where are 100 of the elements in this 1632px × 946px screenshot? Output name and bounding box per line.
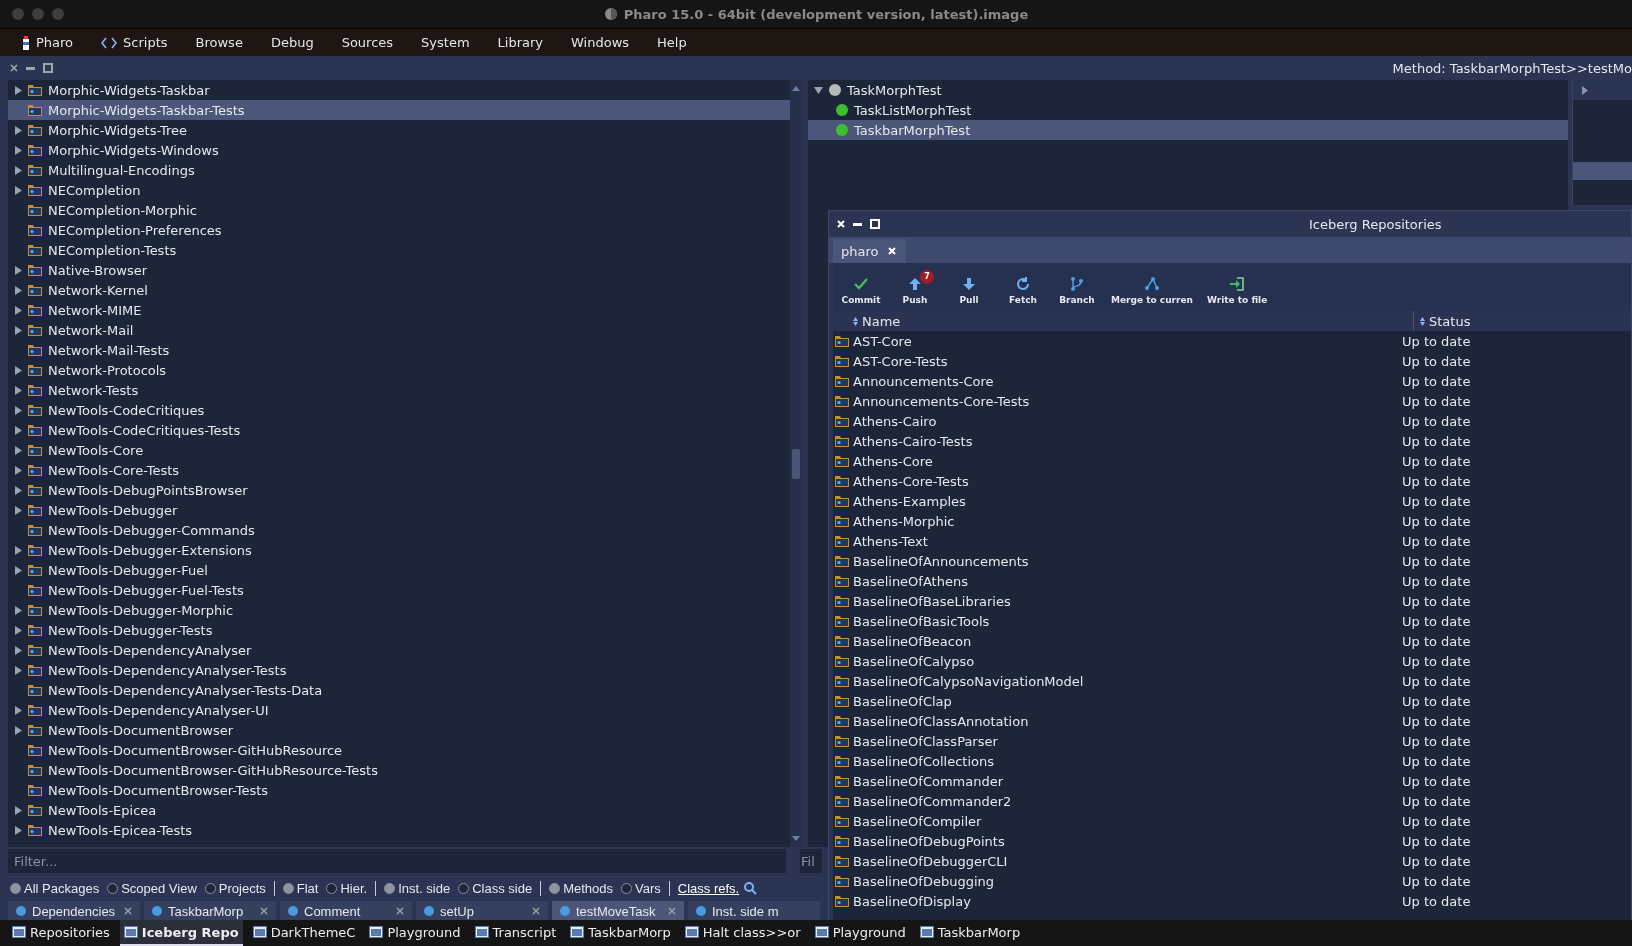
taskbar-item[interactable]: TaskbarMorp [915,920,1025,946]
repository-name[interactable]: BaselineOfBasicTools [853,613,990,629]
menu-item[interactable]: Windows [559,35,642,50]
repository-name[interactable]: BaselineOfAthens [853,573,968,589]
repository-name[interactable]: BaselineOfCommander [853,773,1004,789]
radio-button[interactable]: Projects [204,880,266,896]
radio-button[interactable]: Class side [458,880,533,896]
taskbar-item[interactable]: DarkThemeC [248,920,360,946]
repository-tab[interactable]: pharo [833,239,907,263]
repository-name[interactable]: Athens-Core [853,453,933,469]
package-item[interactable]: Network-Protocols [8,360,790,380]
package-item[interactable]: Network-Tests [8,380,790,400]
repository-name[interactable]: Announcements-Core-Tests [853,393,1030,409]
repository-name[interactable]: BaselineOfClassParser [853,733,998,749]
editor-tab[interactable]: Comment [280,901,412,921]
repository-name[interactable]: BaselineOfDebugging [853,873,995,889]
editor-tab[interactable]: setUp [416,901,548,921]
repository-name[interactable]: Athens-Morphic [853,513,955,529]
package-item[interactable]: NewTools-Debugger-Fuel-Tests [8,580,790,600]
package-item[interactable]: NewTools-DependencyAnalyser-Tests-Data [8,680,790,700]
radio-button[interactable]: Vars [621,880,661,896]
column-header[interactable]: Status [1414,311,1471,331]
package-item[interactable]: NewTools-CodeCritiques-Tests [8,420,790,440]
package-item[interactable]: NewTools-DocumentBrowser [8,720,790,740]
radio-button[interactable]: Flat [282,880,319,896]
repository-name[interactable]: Athens-Text [853,533,928,549]
toolbar-button[interactable]: Merge to curren [1109,269,1201,305]
taskbar-item[interactable]: Repositories [8,920,114,946]
package-item[interactable]: NewTools-DocumentBrowser-GitHubResource [8,740,790,760]
package-item[interactable]: Native-Browser [8,260,790,280]
package-item[interactable]: Network-Mail [8,320,790,340]
class-item[interactable]: TaskMorphTest [808,80,1568,100]
repository-name[interactable]: BaselineOfDebugPoints [853,833,1005,849]
repository-name[interactable]: BaselineOfCollections [853,753,994,769]
repository-name[interactable]: Athens-Cairo [853,413,937,429]
menu-item[interactable]: Browse [183,35,255,50]
repository-name[interactable]: BaselineOfDisplay [853,893,971,909]
repository-name[interactable]: Athens-Examples [853,493,966,509]
menu-item[interactable]: Help [645,35,699,50]
repository-name[interactable]: BaselineOfCalypso [853,653,975,669]
package-item[interactable]: NewTools-Debugger-Fuel [8,560,790,580]
editor-tab[interactable]: TaskbarMorp [144,901,276,921]
taskbar-item[interactable]: Playground [365,920,465,946]
taskbar-item[interactable]: Halt class>>or [680,920,805,946]
menu-item[interactable]: Debug [258,35,326,50]
editor-tab[interactable]: testMoveTask [552,901,684,921]
toolbar-button[interactable]: Pull [947,269,997,305]
package-item[interactable]: NewTools-DependencyAnalyser-Tests [8,660,790,680]
package-item[interactable]: NECompletion-Preferences [8,220,790,240]
repository-name[interactable]: BaselineOfAnnouncements [853,553,1029,569]
filter-field[interactable]: Filter... [8,849,786,873]
repository-name[interactable]: BaselineOfCompiler [853,813,982,829]
package-item[interactable]: NewTools-Core [8,440,790,460]
filter-field[interactable]: Fil [800,849,822,873]
repository-name[interactable]: AST-Core-Tests [853,353,948,369]
taskbar-item[interactable]: TaskbarMorp [566,920,675,946]
package-item[interactable]: NewTools-Epicea-Tests [8,820,790,840]
toolbar-button[interactable]: Write to file [1204,269,1276,305]
radio-button[interactable]: All Packages [10,880,100,896]
menu-item[interactable]: Library [485,35,556,50]
package-item[interactable]: NECompletion [8,180,790,200]
package-item[interactable]: Network-Kernel [8,280,790,300]
toolbar-button[interactable]: Fetch [1001,269,1051,305]
package-item[interactable]: NewTools-Debugger [8,500,790,520]
repository-name[interactable]: AST-Core [853,333,912,349]
package-item[interactable]: NewTools-DependencyAnalyser [8,640,790,660]
radio-button[interactable]: Inst. side [384,880,451,896]
repository-name[interactable]: BaselineOfBaseLibraries [853,593,1011,609]
repository-name[interactable]: BaselineOfClap [853,693,952,709]
toolbar-button[interactable]: 7 Push [893,269,943,305]
radio-button[interactable]: Hier. [326,880,368,896]
toolbar-button[interactable]: Commit [839,269,889,305]
package-item[interactable]: NewTools-DocumentBrowser-Tests [8,780,790,800]
class-item[interactable]: TaskbarMorphTest [808,120,1568,140]
package-item[interactable]: Network-Mail-Tests [8,340,790,360]
package-item[interactable]: NECompletion-Morphic [8,200,790,220]
package-item[interactable]: Morphic-Widgets-Tree [8,120,790,140]
menu-item[interactable]: Pharo [10,34,86,51]
class-refs-link[interactable]: Class refs. [677,880,740,896]
repository-name[interactable]: Athens-Cairo-Tests [853,433,973,449]
repository-name[interactable]: BaselineOfDebuggerCLI [853,853,1008,869]
repository-name[interactable]: Athens-Core-Tests [853,473,969,489]
menu-item[interactable]: Sources [329,35,406,50]
package-item[interactable]: Morphic-Widgets-Windows [8,140,790,160]
repository-name[interactable]: BaselineOfClassAnnotation [853,713,1029,729]
package-item[interactable]: NewTools-Debugger-Commands [8,520,790,540]
package-item[interactable]: NECompletion-Tests [8,240,790,260]
repository-name[interactable]: BaselineOfBeacon [853,633,972,649]
repository-name[interactable]: Announcements-Core [853,373,994,389]
package-item[interactable]: NewTools-DocumentBrowser-GitHubResource-Tests [8,760,790,780]
taskbar-item[interactable]: Transcript [470,920,561,946]
editor-tab[interactable]: Inst. side m [688,901,820,921]
taskbar-item[interactable]: Iceberg Repo [119,920,243,946]
taskbar-item[interactable]: Playground [810,920,910,946]
package-item[interactable]: Morphic-Widgets-Taskbar [8,80,790,100]
toolbar-button[interactable]: Branch [1055,269,1105,305]
package-item[interactable]: Network-MIME [8,300,790,320]
class-item[interactable]: TaskListMorphTest [808,100,1568,120]
radio-button[interactable]: Methods [549,880,614,896]
menu-item[interactable]: System [409,35,482,50]
